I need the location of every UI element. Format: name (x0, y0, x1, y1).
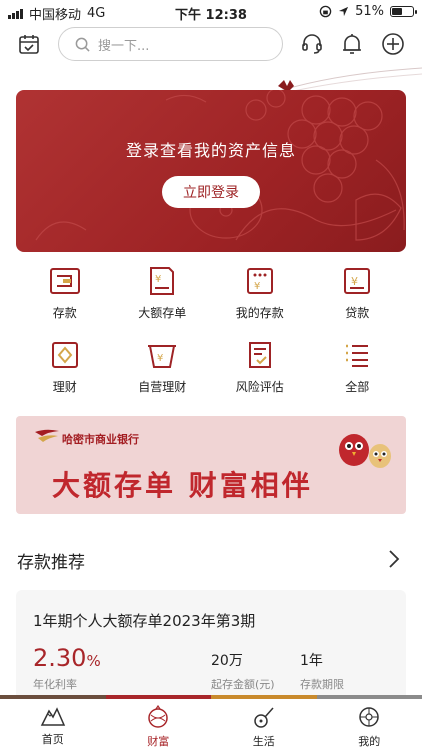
headset-icon[interactable] (299, 31, 325, 57)
rate-unit: % (86, 652, 101, 670)
orientation-lock-icon (319, 5, 332, 18)
tab-label: 我的 (358, 735, 381, 748)
promo-banner[interactable]: 哈密市商业银行 大额存单 财富相伴 (16, 416, 406, 514)
calendar-icon[interactable] (16, 31, 42, 57)
risk-icon (243, 340, 277, 370)
tab-label: 首页 (41, 733, 64, 746)
tab-label: 财富 (147, 735, 170, 748)
service-all[interactable]: 全部 (309, 340, 407, 400)
battery-icon (390, 6, 417, 17)
bank-name: 哈密市商业银行 (62, 433, 139, 446)
product-name: 1年期个人大额存单2023年第3期 (33, 612, 256, 630)
term-label: 存款期限 (300, 678, 344, 691)
section-title: 存款推荐 (17, 553, 85, 573)
service-risk[interactable]: 风险评估 (211, 340, 309, 400)
battery-percent: 51% (355, 4, 384, 19)
wealth-ball-icon (148, 705, 168, 728)
service-label: 我的存款 (235, 306, 284, 320)
tab-label: 生活 (252, 735, 275, 748)
chevron-right-icon[interactable] (384, 548, 404, 570)
service-loan[interactable]: ¥ 贷款 (309, 266, 407, 326)
tab-home[interactable]: 首页 (0, 699, 106, 750)
svg-text:¥: ¥ (155, 274, 161, 285)
bank-logo-icon (35, 429, 59, 442)
svg-text:¥: ¥ (157, 353, 163, 364)
large-deposit-icon: ¥ (145, 266, 179, 296)
svg-text:¥: ¥ (254, 281, 260, 292)
self-wealth-icon: ¥ (145, 340, 179, 370)
min-amount-label: 起存金额(元) (211, 678, 275, 691)
search-placeholder: 搜一下... (98, 38, 150, 54)
promo-slogan: 大额存单 财富相伴 (52, 469, 313, 502)
service-label: 存款 (52, 306, 77, 320)
mountain-icon (40, 707, 65, 726)
location-icon (339, 6, 349, 17)
service-wealth[interactable]: 理财 (16, 340, 114, 400)
tab-wealth[interactable]: 财富 (106, 699, 212, 750)
add-icon[interactable] (380, 31, 406, 57)
all-icon (340, 340, 374, 370)
fruit-pattern-icon (35, 90, 405, 241)
service-self-wealth[interactable]: ¥ 自营理财 (114, 340, 212, 400)
term-value: 1年 (300, 653, 323, 669)
search-icon (75, 37, 90, 52)
rate-value: 2.30 (33, 644, 87, 672)
service-my-deposit[interactable]: ¥ 我的存款 (211, 266, 309, 326)
product-rate: 2.30% (33, 644, 101, 672)
service-label: 贷款 (345, 306, 370, 320)
service-large-deposit[interactable]: ¥ 大额存单 (114, 266, 212, 326)
service-label: 风险评估 (235, 380, 284, 394)
login-button[interactable]: 立即登录 (162, 176, 260, 208)
mascot-icon (339, 434, 391, 468)
min-amount: 20万 (211, 653, 243, 669)
flower-icon (359, 707, 379, 727)
login-banner: 登录查看我的资产信息 立即登录 (16, 90, 406, 252)
top-bar: 搜一下... (0, 26, 422, 66)
banner-title: 登录查看我的资产信息 (125, 141, 296, 160)
status-bar: 中国移动 4G 下午 12:38 51% (0, 0, 422, 24)
my-deposit-icon: ¥ (243, 266, 277, 296)
rate-label: 年化利率 (33, 678, 77, 691)
bell-icon[interactable] (339, 31, 365, 57)
service-label: 全部 (345, 380, 370, 394)
service-grid: 存款 ¥ 大额存单 ¥ 我的存款 ¥ 贷款 理财 ¥ 自营理财 风险评估 全部 (16, 266, 406, 400)
service-label: 理财 (52, 380, 77, 394)
product-card[interactable]: 1年期个人大额存单2023年第3期 2.30% 年化利率 20万 起存金额(元)… (16, 590, 406, 710)
loan-icon: ¥ (340, 266, 374, 296)
wealth-icon (48, 340, 82, 370)
tab-bar: 首页 财富 生活 我的 (0, 699, 422, 750)
tab-mine[interactable]: 我的 (317, 699, 422, 750)
service-label: 大额存单 (138, 306, 187, 320)
svg-text:¥: ¥ (351, 275, 358, 288)
service-label: 自营理财 (138, 380, 187, 394)
search-input[interactable]: 搜一下... (58, 27, 283, 61)
deposit-icon (48, 266, 82, 296)
tab-life[interactable]: 生活 (211, 699, 317, 750)
service-deposit[interactable]: 存款 (16, 266, 114, 326)
lute-icon (254, 707, 274, 728)
